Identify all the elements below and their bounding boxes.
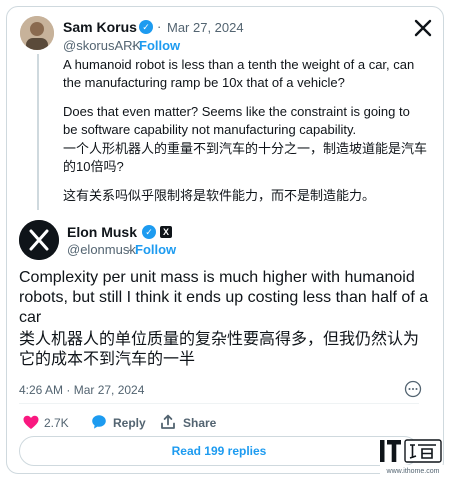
main-tweet-translation: 类人机器人的单位质量的复杂性要高得多，但我仍然认为它的成本不到汽车的一半 — [19, 331, 420, 368]
read-replies-button[interactable]: Read 199 replies — [19, 436, 419, 466]
handle-elon[interactable]: @elonmusk — [67, 242, 136, 257]
follow-button-elon[interactable]: Follow — [135, 242, 176, 257]
reply-icon[interactable] — [91, 414, 107, 435]
quoted-tweet-translation-2: 这有关系吗似乎限制将是软件能力，而不是制造能力。 — [63, 188, 376, 203]
share-button[interactable]: Share — [183, 416, 216, 430]
x-logo-avatar-icon — [19, 220, 59, 260]
like-count[interactable]: 2.7K — [44, 416, 69, 430]
author-name-elon[interactable]: Elon Musk — [67, 224, 137, 240]
separator-dot: · — [157, 19, 162, 34]
verified-badge-icon: ✓ — [142, 225, 156, 239]
quoted-tweet-text-2: Does that even matter? Seems like the co… — [63, 104, 410, 137]
separator-dot: · — [127, 242, 132, 257]
thread-connector — [37, 54, 39, 210]
author-name-sam[interactable]: Sam Korus — [63, 19, 137, 35]
handle-sam[interactable]: @skorusARK — [63, 38, 141, 53]
more-icon[interactable] — [404, 380, 422, 401]
tweet-date[interactable]: Mar 27, 2024 — [167, 20, 244, 35]
x-affiliate-badge-icon: X — [160, 226, 172, 238]
main-tweet-text: Complexity per unit mass is much higher … — [19, 269, 429, 326]
ithome-watermark-logo: www.ithome.com — [378, 436, 448, 483]
avatar-elon-musk[interactable] — [19, 220, 59, 260]
heart-icon[interactable] — [23, 415, 39, 435]
x-logo-icon[interactable] — [414, 19, 432, 42]
quoted-tweet-text-1: A humanoid robot is less than a tenth th… — [63, 57, 415, 90]
divider — [19, 403, 419, 404]
tweet-timestamp[interactable]: 4:26 AM · Mar 27, 2024 — [19, 383, 144, 397]
share-icon[interactable] — [160, 414, 176, 435]
avatar-sam-korus[interactable] — [20, 16, 54, 50]
verified-badge-icon: ✓ — [139, 20, 153, 34]
avatar-photo — [20, 16, 54, 50]
reply-button[interactable]: Reply — [113, 416, 146, 430]
quoted-tweet-translation-1: 一个人形机器人的重量不到汽车的十分之一，制造坡道能是汽车的10倍吗? — [63, 141, 428, 174]
separator-dot: · — [131, 38, 136, 53]
svg-text:www.ithome.com: www.ithome.com — [386, 468, 440, 475]
follow-button-sam[interactable]: Follow — [139, 38, 180, 53]
